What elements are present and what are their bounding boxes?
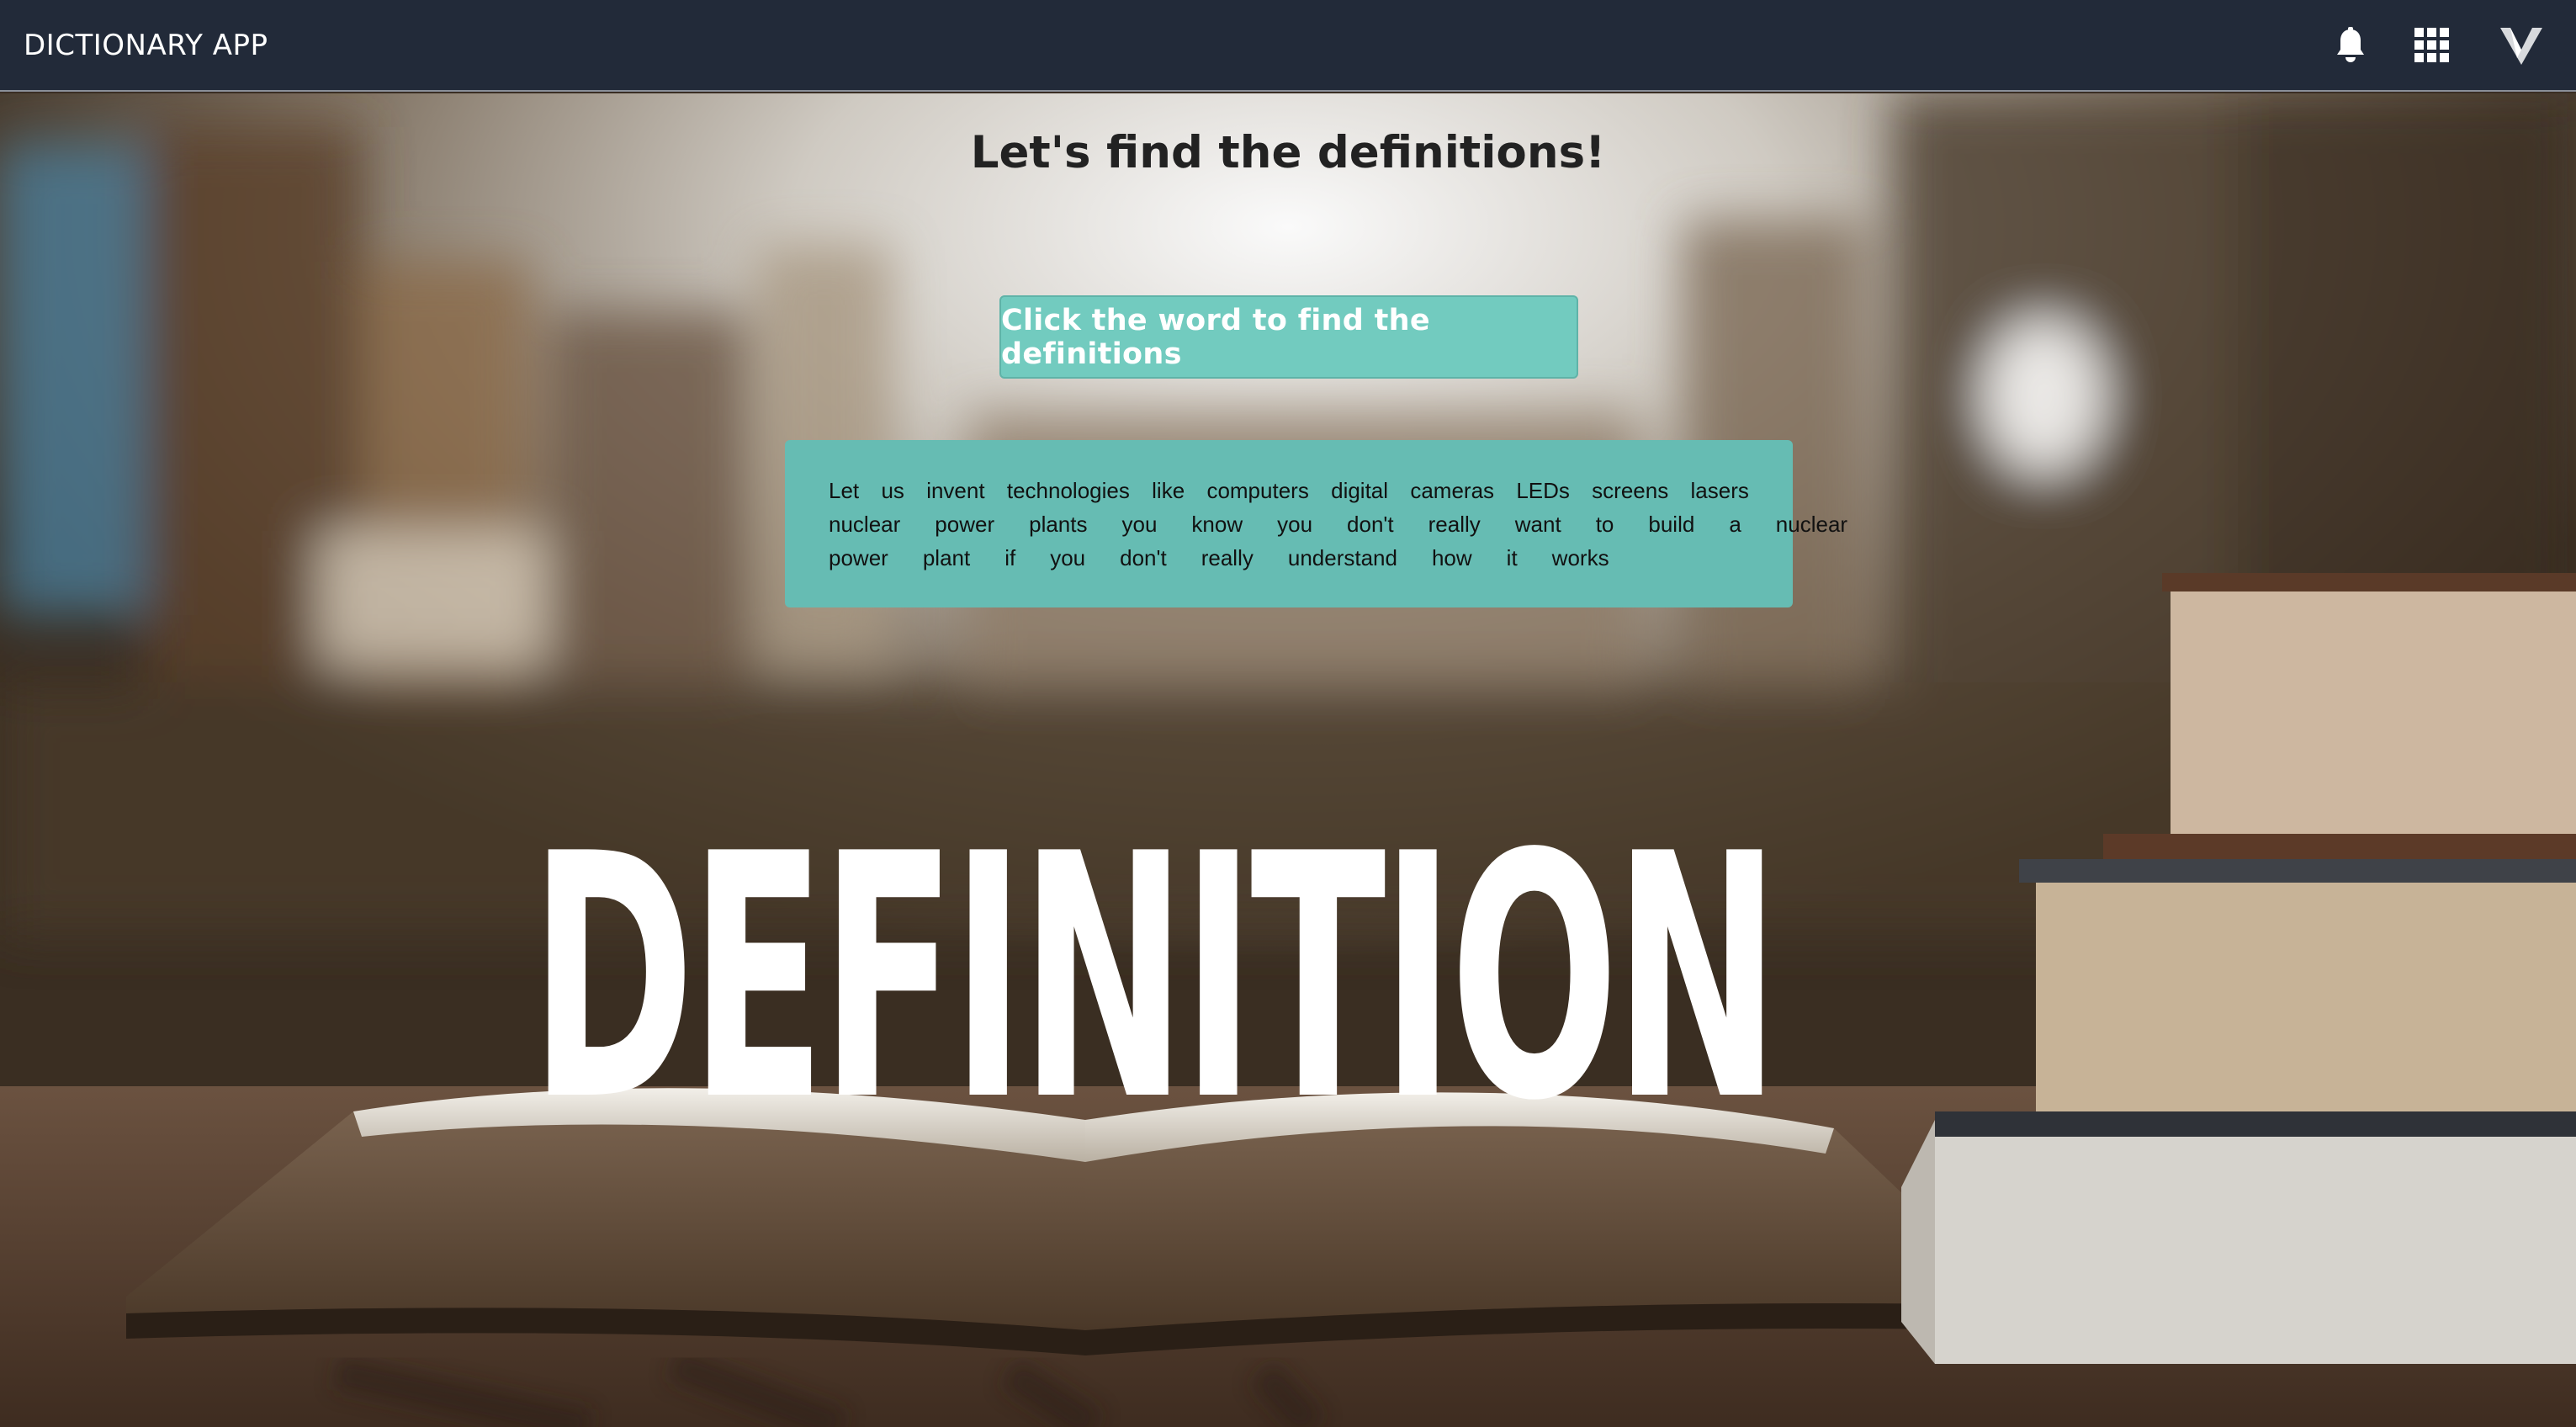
passage-word[interactable]: technologies — [1007, 474, 1130, 507]
find-definitions-button[interactable]: Click the word to find the definitions — [999, 295, 1578, 379]
passage-word[interactable]: really — [1201, 541, 1254, 575]
passage-line-3: power plant if you don't really understand how i… — [829, 541, 1749, 575]
passage-word[interactable]: nuclear — [1776, 507, 1847, 541]
passage-word[interactable]: really — [1428, 507, 1481, 541]
navbar-icons — [2335, 24, 2544, 66]
bell-icon[interactable] — [2335, 26, 2366, 64]
passage-word[interactable]: don't — [1347, 507, 1394, 541]
passage-word[interactable]: don't — [1120, 541, 1167, 575]
passage-word[interactable]: invent — [926, 474, 984, 507]
passage-word[interactable]: nuclear — [829, 507, 900, 541]
passage-word[interactable]: it — [1507, 541, 1518, 575]
hero-lettering: DEFINITION — [530, 783, 1784, 1175]
passage-line-2: nuclear power plants you know you don't really w… — [829, 507, 1847, 541]
passage-word[interactable]: cameras — [1410, 474, 1494, 507]
passage-box: Let us invent technologies like computers digi… — [785, 440, 1847, 607]
apps-grid-icon[interactable] — [2414, 27, 2450, 63]
passage-word[interactable]: a — [1729, 507, 1741, 541]
passage-word[interactable]: power — [829, 541, 888, 575]
background-scene: DEFINITION — [0, 93, 2576, 1427]
passage-word[interactable]: to — [1596, 507, 1614, 541]
passage-word[interactable]: understand — [1288, 541, 1397, 575]
passage-word[interactable]: works — [1552, 541, 1609, 575]
passage-word[interactable]: us — [881, 474, 904, 507]
passage-word[interactable]: you — [1050, 541, 1085, 575]
passage-word[interactable]: you — [1277, 507, 1312, 541]
passage-word[interactable]: plant — [923, 541, 970, 575]
passage-word[interactable]: if — [1004, 541, 1015, 575]
passage-word[interactable]: you — [1122, 507, 1158, 541]
passage-word[interactable]: power — [935, 507, 994, 541]
passage-word[interactable]: Let — [829, 474, 859, 507]
app-brand[interactable]: DICTIONARY APP — [24, 29, 268, 62]
passage-word[interactable]: know — [1191, 507, 1243, 541]
top-navbar: DICTIONARY APP — [0, 0, 2576, 92]
passage-word[interactable]: like — [1152, 474, 1185, 507]
passage-word[interactable]: screens — [1592, 474, 1668, 507]
passage-line-1: Let us invent technologies like computers digi… — [829, 474, 1749, 507]
passage-word[interactable]: digital — [1331, 474, 1388, 507]
passage-word[interactable]: computers — [1206, 474, 1308, 507]
page-title: Let's find the definitions! — [970, 127, 1606, 178]
passage-word[interactable]: plants — [1029, 507, 1087, 541]
svg-text:DEFINITION: DEFINITION — [530, 783, 1775, 1175]
passage-word[interactable]: how — [1432, 541, 1472, 575]
passage-word[interactable]: lasers — [1691, 474, 1749, 507]
logo-v-icon[interactable] — [2499, 24, 2544, 66]
passage-word[interactable]: want — [1515, 507, 1561, 541]
passage-word[interactable]: build — [1648, 507, 1694, 541]
passage-word[interactable]: LEDs — [1516, 474, 1570, 507]
